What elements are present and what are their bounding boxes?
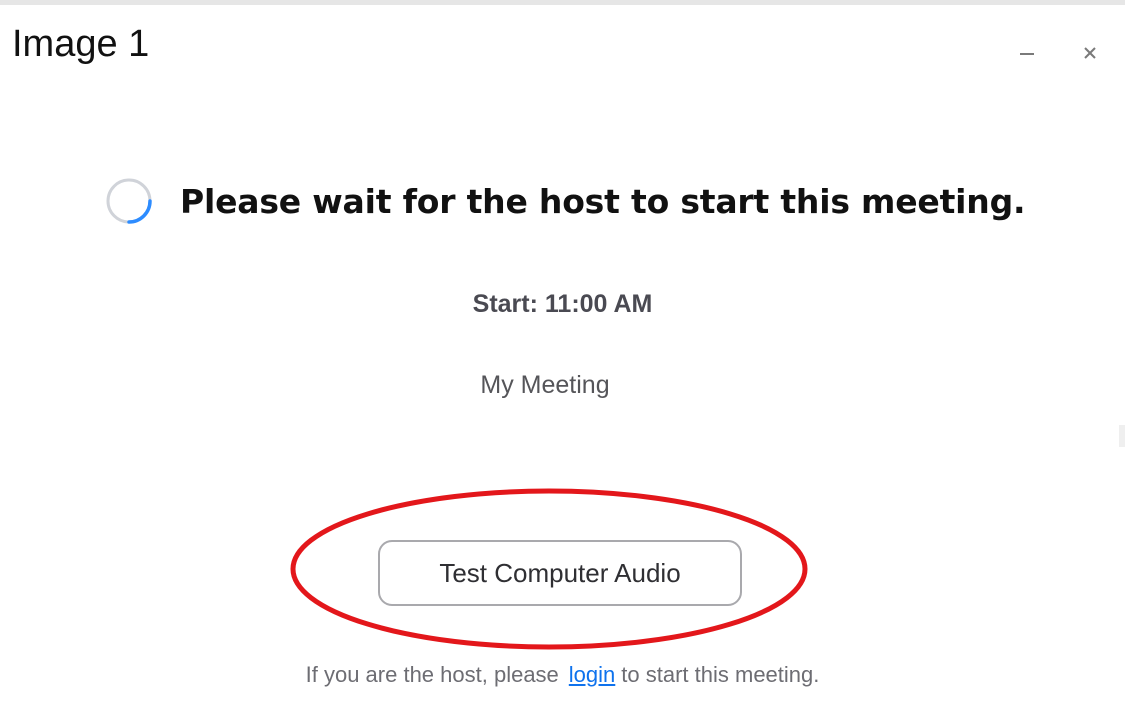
loading-spinner-icon — [106, 178, 152, 224]
minimize-button[interactable] — [1009, 35, 1045, 71]
test-computer-audio-button[interactable]: Test Computer Audio — [378, 540, 742, 606]
close-button[interactable] — [1072, 35, 1108, 71]
host-note-suffix: to start this meeting. — [621, 662, 820, 687]
meeting-name: My Meeting — [480, 371, 610, 399]
host-note: If you are the host, please login to start… — [0, 662, 1125, 688]
waiting-header: Please wait for the host to start this m… — [104, 173, 1026, 229]
waiting-headline: Please wait for the host to start this m… — [180, 181, 1026, 221]
close-icon — [1084, 47, 1096, 59]
host-note-prefix: If you are the host, please — [305, 662, 559, 687]
meeting-start-time: Start: 11:00 AM — [472, 290, 653, 318]
image-label: Image 1 — [12, 23, 150, 65]
minimize-icon — [1020, 53, 1034, 55]
window-edge — [1119, 425, 1125, 447]
login-link[interactable]: login — [569, 662, 615, 687]
waiting-room-window: Image 1 Please wait for the host to star… — [0, 0, 1125, 712]
